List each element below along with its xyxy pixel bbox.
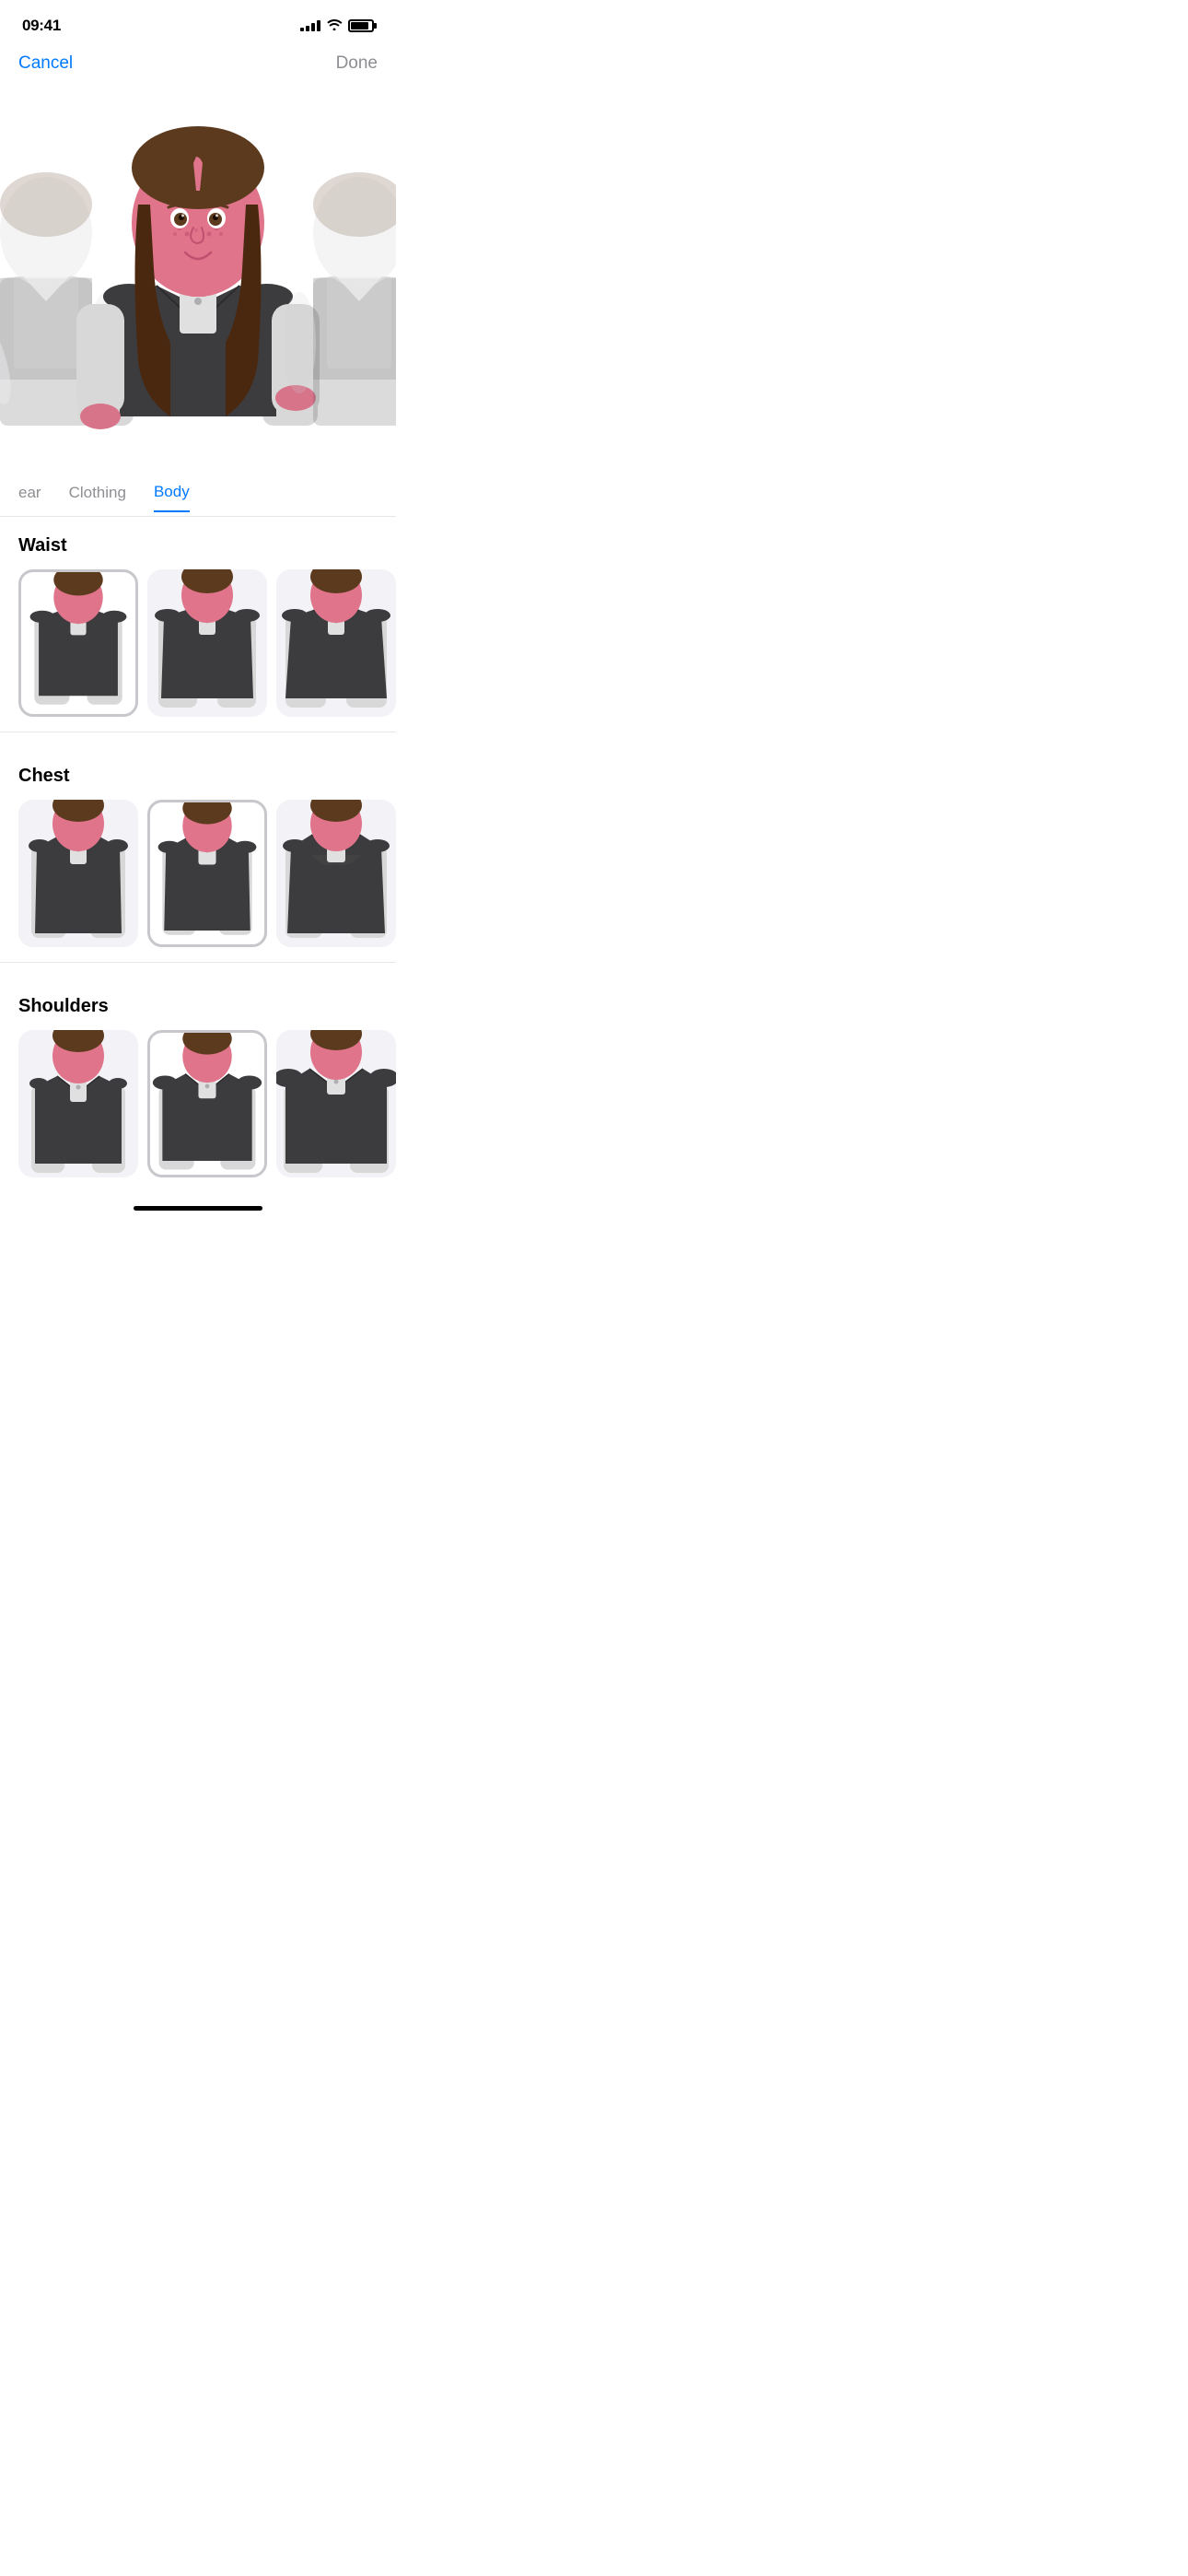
- cancel-button[interactable]: Cancel: [18, 53, 73, 74]
- signal-icon: [300, 20, 320, 31]
- status-time: 09:41: [22, 17, 61, 35]
- tab-body[interactable]: Body: [154, 483, 190, 512]
- shoulders-section: Shoulders: [0, 978, 396, 1192]
- chest-item-1[interactable]: [18, 800, 138, 947]
- waist-title: Waist: [18, 535, 378, 556]
- avatar-ghost-right: [285, 122, 396, 472]
- battery-icon: [348, 19, 374, 32]
- home-bar: [134, 1206, 262, 1211]
- waist-item-2[interactable]: [147, 569, 267, 717]
- chest-items-grid: [18, 800, 378, 947]
- waist-item-1[interactable]: [18, 569, 138, 717]
- tab-headwear[interactable]: ear: [18, 484, 41, 511]
- waist-items-grid: [18, 569, 378, 717]
- chest-item-2[interactable]: [147, 800, 267, 947]
- waist-section: Waist: [0, 517, 396, 732]
- status-bar: 09:41: [0, 0, 396, 46]
- chest-section: Chest: [0, 747, 396, 963]
- shoulders-title: Shoulders: [18, 996, 378, 1017]
- chest-title: Chest: [18, 766, 378, 787]
- shoulders-items-grid: [18, 1030, 378, 1177]
- avatar-preview: [0, 85, 396, 472]
- category-tabs: ear Clothing Body: [0, 472, 396, 512]
- home-indicator: [0, 1192, 396, 1224]
- status-icons: [300, 18, 374, 35]
- shoulders-item-3[interactable]: [276, 1030, 396, 1177]
- shoulders-item-1[interactable]: [18, 1030, 138, 1177]
- sections-wrapper: Waist: [0, 517, 396, 1192]
- tab-clothing[interactable]: Clothing: [69, 484, 126, 511]
- chest-item-3[interactable]: [276, 800, 396, 947]
- shoulders-item-2[interactable]: [147, 1030, 267, 1177]
- nav-bar: Cancel Done: [0, 46, 396, 85]
- waist-item-3[interactable]: [276, 569, 396, 717]
- done-button[interactable]: Done: [336, 53, 378, 74]
- wifi-icon: [326, 18, 343, 35]
